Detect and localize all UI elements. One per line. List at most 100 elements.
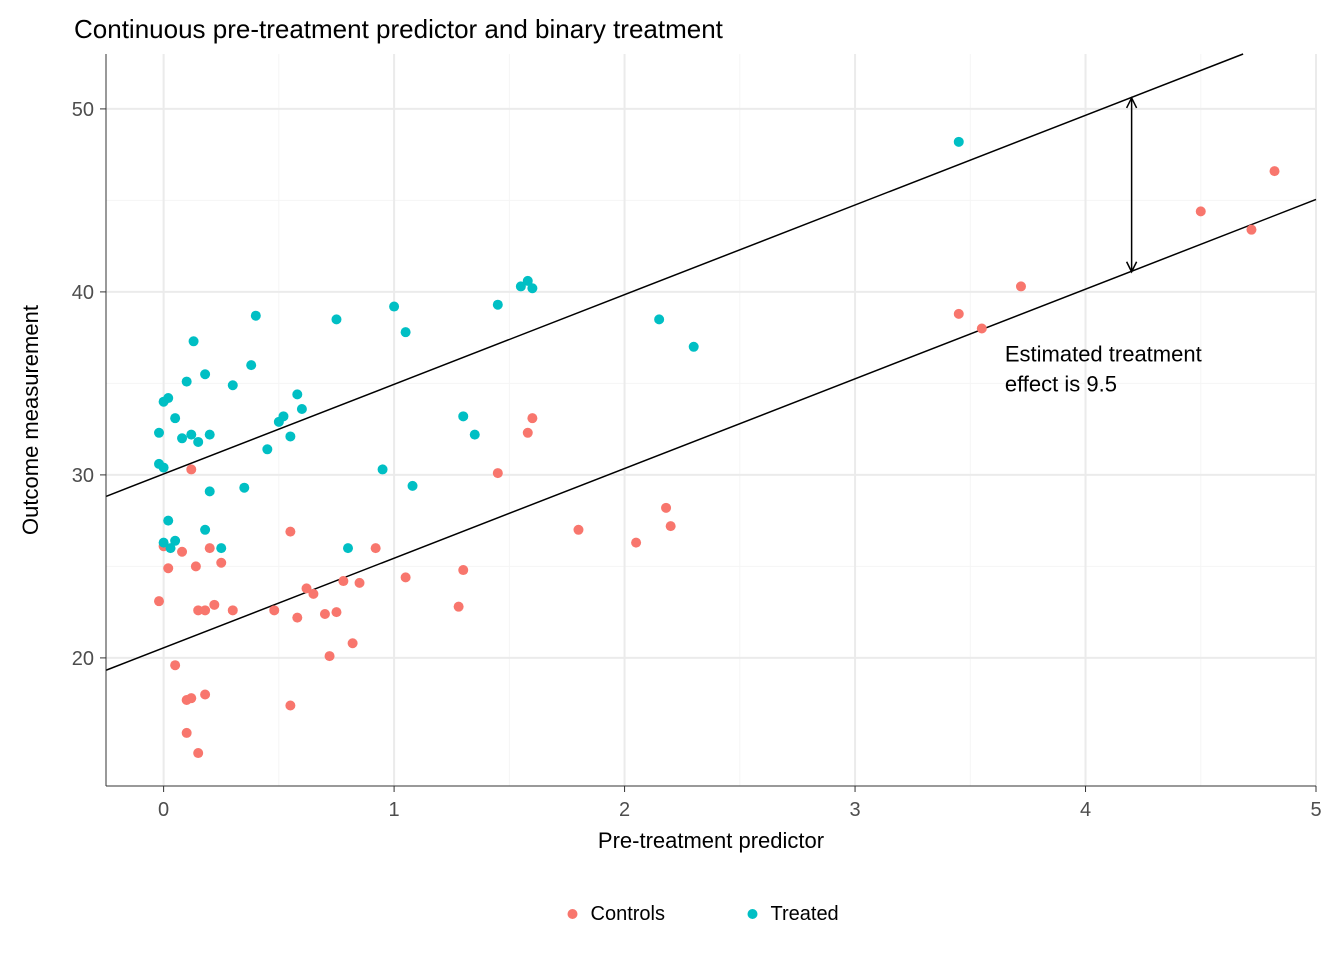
legend-swatch: [748, 909, 758, 919]
data-point: [325, 651, 335, 661]
data-point: [269, 605, 279, 615]
legend-label: Treated: [771, 903, 839, 925]
data-point: [689, 342, 699, 352]
data-point: [182, 377, 192, 387]
data-point: [527, 413, 537, 423]
y-tick-label: 20: [72, 648, 94, 670]
data-point: [170, 660, 180, 670]
x-tick-label: 4: [1080, 799, 1091, 821]
data-point: [527, 283, 537, 293]
data-point: [216, 543, 226, 553]
data-point: [1246, 225, 1256, 235]
data-point: [954, 137, 964, 147]
chart-title: Continuous pre-treatment predictor and b…: [74, 14, 723, 45]
data-point: [216, 558, 226, 568]
chart-container: Continuous pre-treatment predictor and b…: [0, 0, 1344, 960]
data-point: [401, 572, 411, 582]
data-point: [458, 411, 468, 421]
data-point: [200, 605, 210, 615]
data-point: [458, 565, 468, 575]
data-point: [189, 336, 199, 346]
x-tick-label: 0: [158, 799, 169, 821]
data-point: [186, 430, 196, 440]
data-point: [154, 428, 164, 438]
data-point: [159, 463, 169, 473]
data-point: [666, 521, 676, 531]
data-point: [378, 464, 388, 474]
data-point: [182, 728, 192, 738]
data-point: [954, 309, 964, 319]
data-point: [285, 700, 295, 710]
data-point: [297, 404, 307, 414]
data-point: [1196, 206, 1206, 216]
data-point: [193, 748, 203, 758]
data-point: [348, 638, 358, 648]
data-point: [1270, 166, 1280, 176]
data-point: [493, 468, 503, 478]
data-point: [320, 609, 330, 619]
plot-panel: [106, 54, 1316, 786]
data-point: [470, 430, 480, 440]
data-point: [285, 527, 295, 537]
data-point: [191, 561, 201, 571]
legend-swatch: [568, 909, 578, 919]
data-point: [205, 430, 215, 440]
data-point: [228, 380, 238, 390]
data-point: [331, 607, 341, 617]
data-point: [338, 576, 348, 586]
annotation-line: effect is 9.5: [1005, 371, 1117, 396]
annotation-line: Estimated treatment: [1005, 341, 1202, 366]
x-tick-label: 1: [389, 799, 400, 821]
data-point: [285, 431, 295, 441]
x-axis-label: Pre-treatment predictor: [598, 828, 824, 853]
data-point: [251, 311, 261, 321]
data-point: [654, 314, 664, 324]
data-point: [177, 433, 187, 443]
data-point: [389, 302, 399, 312]
data-point: [200, 690, 210, 700]
data-point: [401, 327, 411, 337]
data-point: [493, 300, 503, 310]
y-axis-label: Outcome measurement: [18, 305, 43, 535]
data-point: [205, 543, 215, 553]
data-point: [292, 613, 302, 623]
data-point: [246, 360, 256, 370]
data-point: [1016, 281, 1026, 291]
scatter-plot: Estimated treatment effect is 9.5 0 1 2 3 4 5 20…: [0, 0, 1344, 960]
legend: Controls Treated: [568, 903, 839, 925]
data-point: [154, 596, 164, 606]
data-point: [193, 437, 203, 447]
data-point: [292, 389, 302, 399]
data-point: [308, 589, 318, 599]
data-point: [170, 413, 180, 423]
data-point: [186, 693, 196, 703]
data-point: [278, 411, 288, 421]
data-point: [523, 428, 533, 438]
data-point: [170, 536, 180, 546]
data-point: [205, 486, 215, 496]
data-point: [163, 563, 173, 573]
data-point: [262, 444, 272, 454]
data-point: [355, 578, 365, 588]
data-point: [408, 481, 418, 491]
data-point: [163, 516, 173, 526]
data-point: [163, 393, 173, 403]
y-tick-label: 50: [72, 99, 94, 121]
data-point: [371, 543, 381, 553]
legend-label: Controls: [591, 903, 665, 925]
data-point: [573, 525, 583, 535]
data-point: [454, 602, 464, 612]
data-point: [343, 543, 353, 553]
data-point: [661, 503, 671, 513]
data-point: [977, 324, 987, 334]
data-point: [186, 464, 196, 474]
data-point: [228, 605, 238, 615]
x-tick-label: 2: [619, 799, 630, 821]
data-point: [239, 483, 249, 493]
data-point: [209, 600, 219, 610]
data-point: [631, 538, 641, 548]
data-point: [331, 314, 341, 324]
x-tick-label: 3: [849, 799, 860, 821]
data-point: [200, 369, 210, 379]
x-tick-label: 5: [1310, 799, 1321, 821]
